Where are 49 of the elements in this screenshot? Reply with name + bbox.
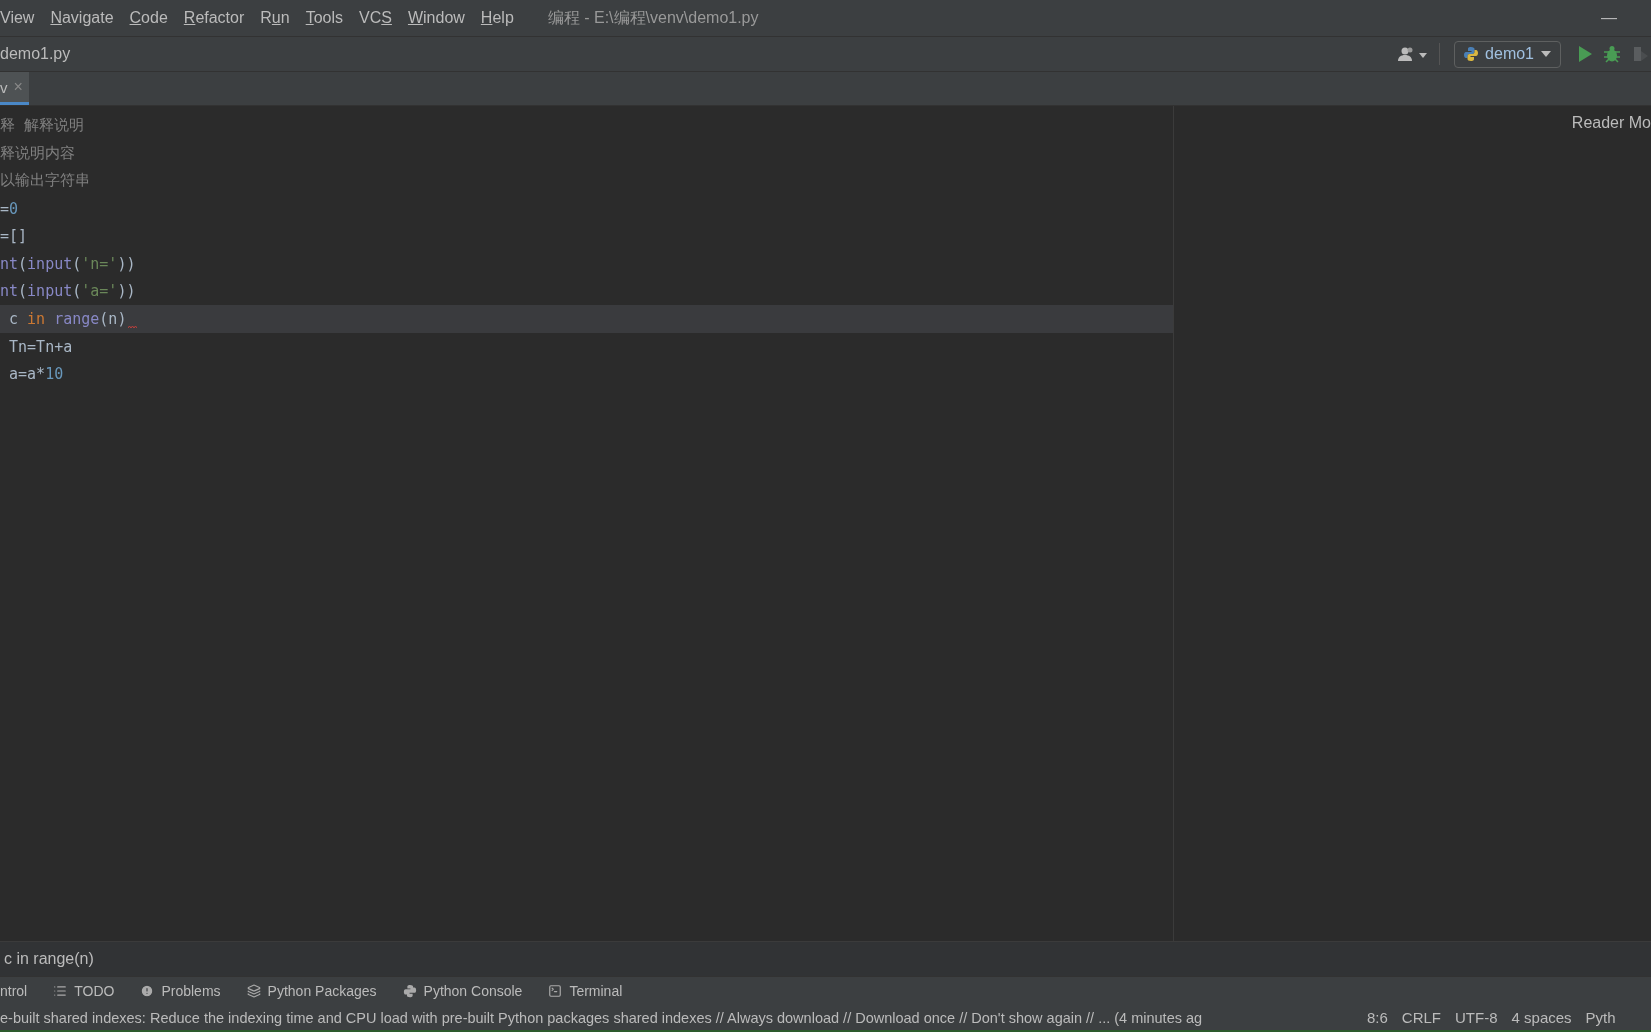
coverage-icon[interactable] [1631,45,1649,63]
file-breadcrumb[interactable]: demo1.py [0,45,71,63]
run-config-dropdown[interactable]: demo1 [1454,40,1561,68]
menu-item[interactable]: View [0,3,43,33]
code-line: a=a*10 [8,364,65,386]
status-item[interactable]: UTF-8 [1448,1009,1505,1026]
menu-item[interactable]: Help [472,3,522,33]
menu-item[interactable]: Tools [297,3,352,33]
status-message[interactable]: e-built shared indexes: Reduce the indexing time and CPU load with pre-built Python packages shared indexes // Always download // Download once // Don't show again // ... (4 minutes ag [0,1009,1360,1026]
layers-icon [246,984,261,998]
reader-mode-link[interactable]: Reader Mo [1571,114,1651,134]
status-item[interactable]: 4 spaces [1504,1009,1579,1026]
code-breadcrumb[interactable]: c in range(n) [0,950,94,968]
error-squiggle-icon [128,324,138,330]
status-item[interactable]: 8:6 [1360,1009,1395,1026]
tool-window-button[interactable]: TODO [53,983,115,999]
tool-window-button[interactable]: Python Packages [246,983,377,999]
tool-window-button[interactable]: ntrol [0,983,28,999]
status-item[interactable]: Pyth [1578,1009,1623,1026]
bug-icon[interactable] [1603,45,1621,63]
code-line: =0 [0,198,20,220]
code-line: =[] [0,226,29,248]
status-item[interactable]: CRLF [1394,1009,1449,1026]
menu-item[interactable]: Navigate [42,3,122,33]
run-icon[interactable] [1577,45,1593,63]
tool-window-button[interactable]: Python Console [402,983,523,999]
code-line: nt(input('n=')) [0,253,137,275]
user-icon[interactable] [1397,46,1430,62]
menu-item[interactable]: VCS [351,3,400,33]
tool-window-button[interactable]: Problems [140,983,221,999]
code-line: 释 解释说明 [0,115,86,137]
code-line: Tn=Tn+a [8,336,74,358]
editor-tab[interactable]: v × [0,72,29,105]
tool-window-button[interactable]: Terminal [548,983,623,999]
menu-item[interactable]: Refactor [175,3,253,33]
menu-item[interactable]: Window [399,3,473,33]
minimize-button[interactable]: — [1595,8,1623,28]
terminal-icon [548,984,563,998]
code-line: nt(input('a=')) [0,281,137,303]
alert-icon [140,984,155,998]
code-line: 释说明内容 [0,142,76,164]
list-icon [53,984,68,998]
menu-item[interactable]: Run [252,3,298,33]
menu-item[interactable]: Code [121,3,176,33]
python-icon [402,984,417,998]
caret-icon [1540,50,1552,58]
python-icon [1463,46,1480,62]
window-title: 编程 - E:\编程\venv\demo1.py [547,7,759,28]
code-line: 以输出字符串 [0,170,91,192]
